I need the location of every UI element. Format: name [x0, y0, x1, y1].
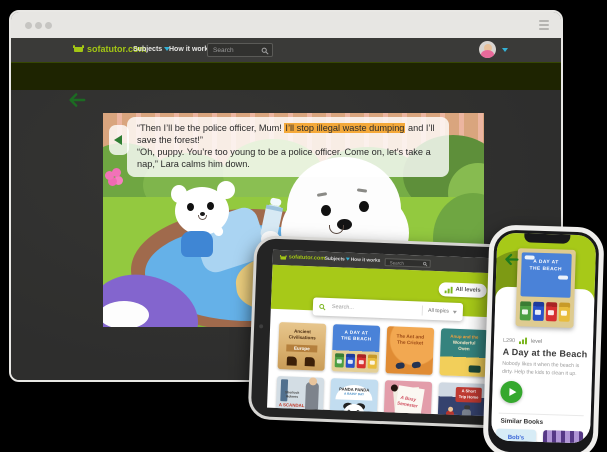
book-cover-day-at-the-beach[interactable]: A DAY AT THE BEACH [515, 248, 575, 328]
dog-eye [359, 201, 369, 212]
window-control-dot[interactable] [25, 22, 32, 29]
puppy-eye [207, 202, 214, 210]
flower-art [105, 171, 114, 180]
window-control-dot[interactable] [35, 22, 42, 29]
book-cover-ant-and-cricket[interactable]: The Ant andThe Cricket [385, 326, 434, 375]
nav-how-it-works[interactable]: How it works [351, 258, 381, 264]
tablet-screen: sofatutor.com Subjects How it works All … [267, 250, 497, 416]
lexile-level: L290 [503, 337, 515, 343]
puppy-art [173, 181, 253, 271]
panda-art [344, 404, 365, 417]
tablet-mockup: sofatutor.com Subjects How it works All … [248, 235, 517, 429]
figure-art [305, 382, 319, 416]
nav-how-it-works[interactable]: How it works [169, 46, 212, 53]
book-cover-ancient-civilisations[interactable]: AncientCivilisations Europe [278, 322, 327, 371]
browser-titlebar [11, 12, 561, 38]
chevron-down-icon[interactable] [453, 310, 457, 313]
cover-title: A DAY ATTHE BEACH [333, 329, 380, 342]
figure-art [445, 411, 454, 417]
logo-text: sofatutor.com [289, 254, 326, 261]
navbar-search [207, 43, 273, 57]
menu-icon[interactable] [539, 20, 549, 32]
insect-art [395, 362, 405, 369]
cover-sky: A DAY AT THE BEACH [520, 252, 571, 298]
level-icon [519, 337, 527, 344]
recycling-bins-art [519, 301, 570, 322]
book-description: Nobody likes it when the beach is dirty.… [502, 361, 586, 379]
level-row: L290 level [503, 337, 542, 345]
story-text-bubble: “Then I’ll be the police officer, Mum! I… [127, 117, 449, 177]
tablet-camera [259, 324, 263, 328]
nav-subjects[interactable]: Subjects [325, 257, 350, 263]
cloud-art [557, 275, 567, 279]
similar-book-cover[interactable] [542, 430, 583, 443]
avatar[interactable] [479, 41, 496, 58]
phone-notch [524, 233, 570, 243]
story-text-line2: “Oh, puppy. You’re too young to be a pol… [137, 146, 439, 170]
sofatutor-logo[interactable]: sofatutor.com [280, 254, 326, 262]
reader-header-band [11, 62, 561, 90]
navbar-search [385, 258, 431, 268]
speech-marker-icon [114, 135, 122, 145]
search-input[interactable] [211, 44, 259, 56]
dog-eye [321, 205, 331, 216]
cover-title: The Ant andThe Cricket [386, 334, 433, 347]
book-cover-short-trip-home[interactable]: A ShortTrip Home [437, 382, 486, 416]
level-label: level [531, 338, 542, 344]
book-grid: AncientCivilisations Europe A DAY ATTHE … [275, 322, 489, 416]
sleeping-puppy-art [103, 301, 149, 327]
highlighted-text: I’ll stop illegal waste dumping [284, 123, 405, 133]
cover-title: Oven [440, 345, 487, 352]
back-arrow-icon[interactable] [503, 253, 519, 266]
cover-title: A DAY AT [521, 259, 571, 266]
cover-title: AncientCivilisations [279, 328, 326, 341]
stage: sofatutor.com Subjects How it works [0, 0, 607, 452]
story-text: “Then I’ll be the police officer, Mum! [137, 123, 284, 133]
search-icon [423, 262, 428, 267]
book-cover-day-at-the-beach[interactable]: A DAY ATTHE BEACH [331, 324, 380, 373]
cover-ribbon: Europe [286, 344, 317, 352]
similar-books-heading: Similar Books [500, 418, 543, 426]
similar-book-cover[interactable]: Bob's [495, 429, 536, 444]
divider [422, 306, 423, 316]
chevron-down-icon[interactable] [502, 48, 508, 52]
book-cover-scandal-in-bohemia[interactable]: Sherlock Holmes A SCANDAL IN BOHEMIA [275, 376, 324, 416]
sofa-logo-icon [73, 45, 84, 53]
search-input[interactable] [388, 259, 422, 267]
window-control-dot[interactable] [45, 22, 52, 29]
book-cover-busy-semester[interactable]: A BusySemester [383, 380, 432, 416]
back-arrow-icon[interactable] [67, 92, 87, 108]
book-cover-anup-wonderful-oven[interactable]: Anup and the Wonderful Oven [439, 328, 488, 377]
cover-title: Bob's [496, 435, 536, 443]
figure-art [461, 409, 471, 416]
cart-art [469, 365, 481, 372]
cover-title: IN BOHEMIA [276, 408, 307, 414]
silhouette-art [287, 356, 297, 365]
phone-mockup: A DAY AT THE BEACH L290 level A Day at t… [482, 224, 604, 452]
level-icon [444, 286, 452, 293]
all-levels-label: All levels [455, 287, 480, 294]
puppy-eye [187, 203, 194, 211]
search-icon [261, 47, 269, 55]
search-input[interactable] [330, 303, 417, 314]
site-navbar: sofatutor.com Subjects How it works [11, 38, 561, 62]
phone-screen: A DAY AT THE BEACH L290 level A Day at t… [491, 232, 596, 443]
cover-title: THE BEACH [521, 266, 571, 273]
search-icon [319, 303, 326, 310]
sofa-logo-icon [280, 255, 287, 260]
cover-title: Sherlock Holmes [278, 390, 305, 399]
cover-banner: A ShortTrip Home [455, 387, 482, 403]
nav-subjects[interactable]: Subjects [133, 46, 170, 53]
book-cover-panda-panda[interactable]: PANDA PANDA A RAINY DAY [329, 378, 378, 416]
chevron-down-icon [346, 258, 350, 261]
all-levels-button[interactable]: All levels [438, 282, 487, 298]
recycling-bins-art [335, 353, 378, 369]
puppy-shirt [181, 231, 213, 257]
topics-dropdown[interactable]: All topics [428, 308, 449, 315]
